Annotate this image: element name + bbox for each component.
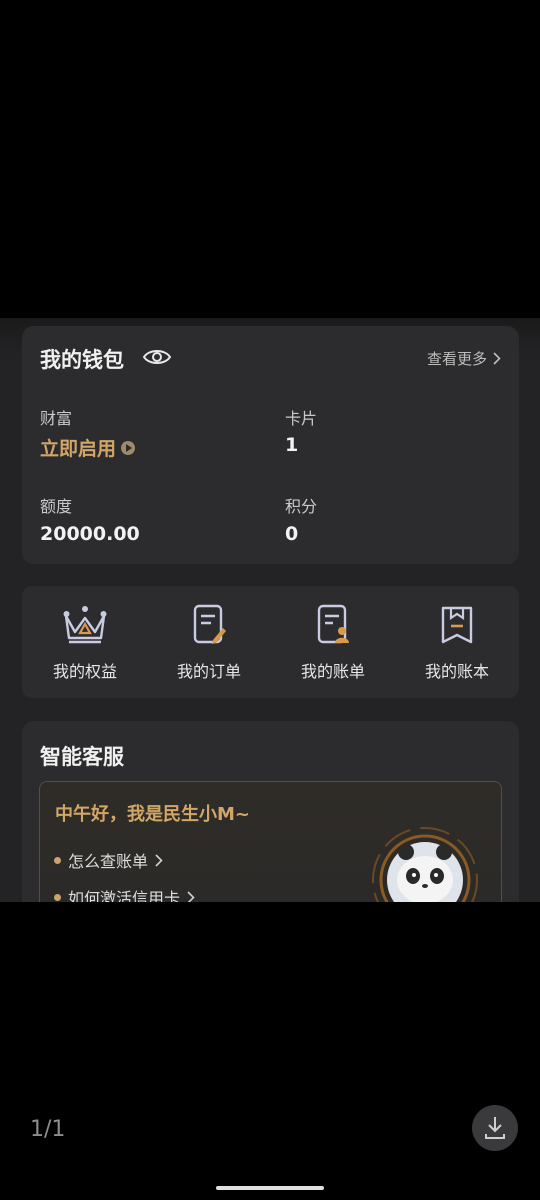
page-indicator: 1/1 — [30, 1117, 66, 1142]
service-greeting: 中午好，我是民生小M~ — [55, 804, 250, 825]
wallet-card: 我的钱包 查看更多 财富 立即启用 卡片 1 额度 20000.00 积分 0 — [22, 326, 519, 564]
bullet-dot — [54, 893, 61, 901]
smart-service-card: 智能客服 中午好，我是民生小M~ 怎么查账单 如何激活信用卡 — [22, 721, 519, 902]
action-label: 我的账本 — [424, 662, 489, 681]
faq-text: 怎么查账单 — [68, 852, 149, 871]
panda-assistant-icon[interactable] — [370, 822, 480, 902]
wealth-enable-link[interactable]: 立即启用 — [40, 434, 136, 461]
points-value[interactable]: 0 — [285, 523, 298, 545]
order-edit-icon — [193, 604, 226, 644]
limit-value[interactable]: 20000.00 — [40, 523, 140, 545]
quick-actions: 我的权益 我的订单 我的账单 我的账本 — [22, 586, 519, 698]
chevron-right-icon — [155, 853, 163, 867]
faq-item[interactable]: 怎么查账单 — [54, 848, 163, 872]
wealth-value: 立即启用 — [40, 438, 117, 460]
ledger-icon — [441, 606, 473, 644]
action-label: 我的订单 — [176, 662, 241, 681]
chevron-right-icon — [187, 890, 195, 902]
bullet-dot — [54, 856, 61, 864]
view-more-link[interactable]: 查看更多 — [427, 348, 501, 369]
service-panel: 中午好，我是民生小M~ 怎么查账单 如何激活信用卡 — [39, 781, 502, 902]
home-indicator[interactable] — [216, 1186, 324, 1190]
action-my-bills[interactable]: 我的账单 — [271, 604, 395, 682]
wallet-title: 我的钱包 — [40, 348, 124, 372]
limit-label: 额度 — [40, 497, 73, 516]
points-label: 积分 — [285, 497, 318, 516]
chevron-right-icon — [493, 352, 501, 365]
service-title: 智能客服 — [40, 745, 124, 769]
faq-text: 如何激活信用卡 — [68, 889, 181, 902]
bill-user-icon — [317, 604, 349, 644]
card-value[interactable]: 1 — [285, 434, 298, 456]
action-label: 我的账单 — [300, 662, 365, 681]
play-icon — [121, 440, 136, 455]
download-icon — [485, 1117, 505, 1139]
view-more-label: 查看更多 — [426, 350, 487, 368]
action-my-benefits[interactable]: 我的权益 — [23, 604, 147, 682]
download-button[interactable] — [472, 1105, 518, 1151]
screenshot-image: 我的钱包 查看更多 财富 立即启用 卡片 1 额度 20000.00 积分 0 — [0, 318, 540, 902]
action-my-ledger[interactable]: 我的账本 — [395, 604, 519, 682]
eye-icon[interactable] — [142, 346, 172, 368]
card-label: 卡片 — [285, 409, 318, 428]
crown-icon — [63, 606, 107, 644]
wealth-label: 财富 — [40, 409, 73, 428]
faq-item[interactable]: 如何激活信用卡 — [54, 885, 195, 902]
action-label: 我的权益 — [52, 662, 117, 681]
action-my-orders[interactable]: 我的订单 — [147, 604, 271, 682]
